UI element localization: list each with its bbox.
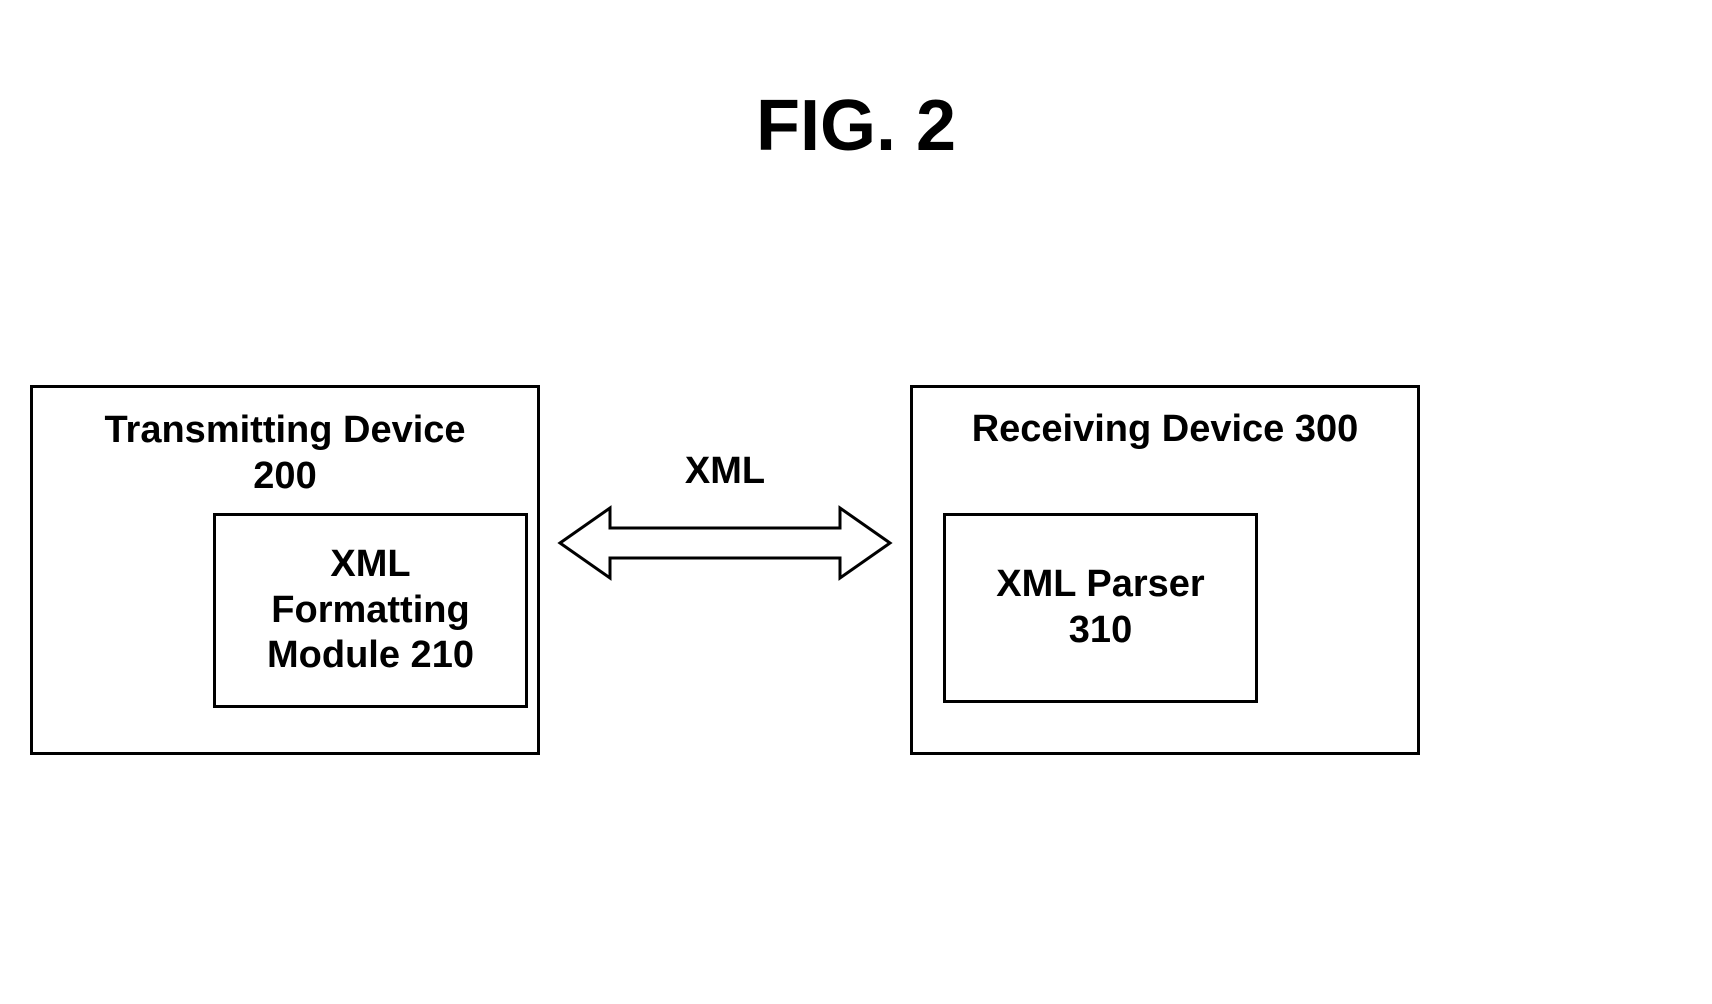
bidirectional-arrow-icon [555, 498, 895, 588]
xml-formatting-module-box: XML Formatting Module 210 [213, 513, 528, 708]
transmitting-title-line2: 200 [253, 455, 316, 497]
receiving-device-box: Receiving Device 300 XML Parser 310 [910, 385, 1420, 755]
module-line3: Module 210 [267, 634, 474, 676]
figure-title: FIG. 2 [756, 85, 956, 167]
module-line1: XML [330, 543, 410, 585]
xml-formatting-module-label: XML Formatting Module 210 [267, 542, 474, 679]
transmitting-device-label: Transmitting Device 200 [48, 408, 522, 499]
connection-arrow-container: XML [555, 450, 895, 600]
parser-line2: 310 [1069, 609, 1132, 651]
parser-line1: XML Parser [996, 563, 1204, 605]
module-line2: Formatting [271, 589, 469, 631]
transmitting-device-box: Transmitting Device 200 XML Formatting M… [30, 385, 540, 755]
receiving-device-label: Receiving Device 300 [928, 408, 1402, 451]
xml-parser-label: XML Parser 310 [996, 562, 1204, 653]
transmitting-title-line1: Transmitting Device [104, 409, 465, 451]
xml-parser-box: XML Parser 310 [943, 513, 1258, 703]
connection-label: XML [555, 450, 895, 493]
